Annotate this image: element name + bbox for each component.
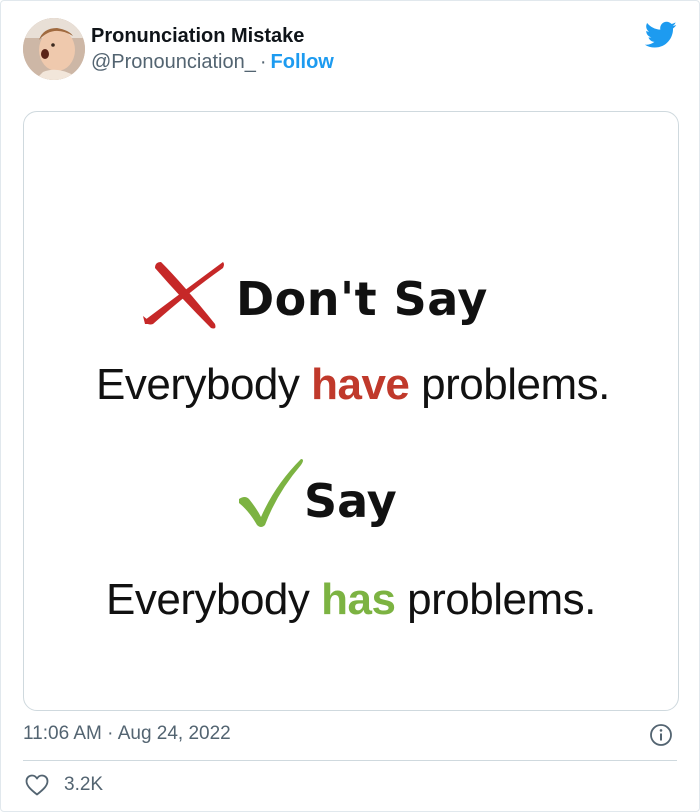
divider [23,760,677,761]
red-x-icon [143,262,224,329]
tweet-image[interactable]: Don't Say Everybody have problems. Say E… [23,111,679,711]
wrong-sentence-end: problems. [409,360,610,409]
twitter-bird-icon[interactable] [645,21,677,49]
dont-say-label: Don't Say [236,272,488,326]
like-count: 3.2K [64,774,104,795]
author-block: Pronunciation Mistake @Pronounciation_ · F… [91,23,334,75]
avatar[interactable] [23,18,85,80]
author-name[interactable]: Pronunciation Mistake [91,23,334,49]
heart-icon[interactable] [25,774,49,796]
right-sentence-end: problems. [395,575,596,624]
separator-dot: · [259,51,267,73]
follow-button[interactable]: Follow [271,51,334,73]
green-check-icon [239,459,303,527]
say-label: Say [304,474,397,528]
handle-row: @Pronounciation_ · Follow [91,49,334,75]
author-handle[interactable]: @Pronounciation_ [91,51,256,73]
wrong-verb: have [311,360,410,409]
info-icon[interactable] [649,723,673,747]
like-action[interactable]: 3.2K [25,774,103,796]
wrong-sentence: Everybody have problems. [96,360,610,410]
tweet-timestamp[interactable]: 11:06 AM · Aug 24, 2022 [23,723,231,745]
wrong-sentence-start: Everybody [96,360,312,409]
tweet-card: Pronunciation Mistake @Pronounciation_ · F… [0,0,700,812]
right-sentence-start: Everybody [106,575,322,624]
right-verb: has [321,575,396,624]
right-sentence: Everybody has problems. [106,575,596,625]
